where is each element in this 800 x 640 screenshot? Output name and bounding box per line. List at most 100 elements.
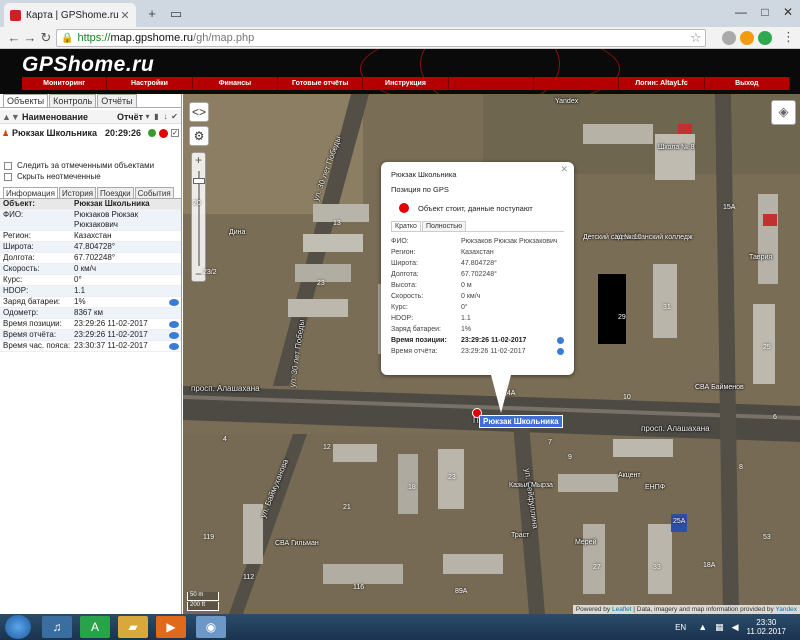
menu-spacer: [534, 77, 620, 90]
close-window-icon[interactable]: ✕: [777, 4, 799, 20]
map-settings-gear-icon[interactable]: ⚙: [189, 126, 209, 146]
menu-monitoring[interactable]: Мониторинг: [22, 77, 108, 90]
object-name[interactable]: Рюкзак Школьника: [12, 128, 105, 138]
popup-subtitle: Позиция по GPS: [391, 185, 449, 194]
tab-reports[interactable]: Отчёты: [97, 94, 137, 107]
tab-brief[interactable]: Кратко: [391, 221, 421, 231]
popup-status: Объект стоит, данные поступают: [391, 203, 564, 213]
info-value: 8367 км: [74, 308, 104, 317]
extension-icon[interactable]: [758, 31, 772, 45]
info-help-icon[interactable]: [169, 332, 179, 339]
menu-logout[interactable]: Выход: [705, 77, 790, 90]
yandex-link[interactable]: Yandex: [775, 606, 797, 613]
hide-option[interactable]: Скрыть неотмеченные: [0, 171, 181, 182]
tab-events[interactable]: События: [134, 187, 174, 198]
building-number: 18A: [703, 562, 716, 569]
extension-icon[interactable]: [722, 31, 736, 45]
menu-reports[interactable]: Готовые отчёты: [278, 77, 364, 90]
minimize-icon[interactable]: —: [730, 4, 752, 20]
tab-close-icon[interactable]: ✕: [120, 9, 130, 22]
menu-finance[interactable]: Финансы: [193, 77, 278, 90]
dropdown-icon[interactable]: ▾: [143, 112, 152, 121]
info-help-icon[interactable]: [169, 343, 179, 350]
building-number: 25: [763, 344, 771, 351]
building-number: 20: [193, 200, 201, 207]
start-button[interactable]: [5, 615, 31, 639]
bookmark-star-icon[interactable]: ☆: [690, 30, 702, 46]
building-number: 15A: [723, 204, 736, 211]
follow-checkbox[interactable]: [4, 161, 12, 170]
column-report[interactable]: Отчёт: [117, 112, 143, 122]
popup-row: Регион: Казахстан: [391, 249, 564, 258]
hide-checkbox[interactable]: [4, 172, 12, 181]
status-dot-icon: [399, 203, 409, 213]
info-row: Заряд батареи: 1%: [0, 297, 181, 308]
info-help-icon[interactable]: [169, 321, 179, 328]
browser-menu-icon[interactable]: ⋮: [782, 29, 795, 45]
zoom-track[interactable]: [198, 171, 200, 266]
info-row: Регион: Казахстан: [0, 231, 181, 242]
info-key: ФИО:: [3, 210, 24, 219]
popup-key: Скорость:: [391, 293, 424, 300]
app-music-icon[interactable]: ♫: [42, 616, 72, 638]
popup-help-icon[interactable]: [557, 348, 564, 355]
tab-overview-icon[interactable]: ▭: [168, 6, 184, 22]
menu-instructions[interactable]: Инструкция: [363, 77, 449, 90]
browser-tab[interactable]: Карта | GPShome.ru - Сервис о ✕: [4, 3, 136, 27]
zoom-in-icon[interactable]: +: [192, 153, 205, 167]
sort-arrows-icon[interactable]: ▲▼: [2, 112, 22, 122]
object-marker-label[interactable]: Рюкзак Школьника: [479, 415, 563, 428]
object-checkbox[interactable]: ✓: [171, 129, 179, 137]
popup-help-icon[interactable]: [557, 337, 564, 344]
status-dot-icon: [159, 128, 168, 138]
popup-close-icon[interactable]: ✕: [560, 164, 568, 175]
tab-control[interactable]: Контроль: [49, 94, 97, 107]
building-number: 23: [448, 474, 456, 481]
column-name[interactable]: Наименование: [22, 112, 117, 122]
tab-trips[interactable]: Поездки: [97, 187, 134, 198]
object-row[interactable]: ♟ Рюкзак Школьника 20:29:26 ✓: [0, 126, 181, 140]
popup-tabs: Кратко Полностью: [391, 221, 564, 232]
folder-icon[interactable]: ▰: [118, 616, 148, 638]
popup-value: Рюкзаков Рюкзак Рюкзакович: [461, 238, 558, 245]
tab-history[interactable]: История: [58, 187, 97, 198]
menu-settings[interactable]: Настройки: [107, 77, 193, 90]
tab-information[interactable]: Информация: [3, 187, 58, 198]
chrome-icon[interactable]: ◉: [196, 616, 226, 638]
forward-arrow-icon[interactable]: →: [22, 30, 38, 46]
back-arrow-icon[interactable]: ←: [6, 30, 22, 46]
popup-status-text: Объект стоит, данные поступают: [418, 203, 533, 213]
menu-login[interactable]: Логин: AltayLfc: [619, 77, 705, 90]
embed-code-icon[interactable]: <>: [189, 102, 209, 122]
network-icon[interactable]: ▦: [715, 622, 724, 633]
extension-icon[interactable]: [740, 31, 754, 45]
leaflet-link[interactable]: Leaflet: [612, 606, 632, 613]
place-label: Таврия: [749, 254, 773, 261]
language-indicator[interactable]: EN: [675, 623, 686, 632]
tab-full[interactable]: Полностью: [421, 221, 467, 231]
volume-icon[interactable]: ◀: [732, 622, 739, 633]
map-view[interactable]: <> ⚙ + − ◈ просп. Алашахана просп. Алаша…: [183, 94, 800, 614]
map-attribution: Powered by Leaflet | Data, imagery and m…: [572, 605, 800, 614]
layers-icon[interactable]: ◈: [771, 100, 796, 125]
zoom-control[interactable]: + −: [191, 152, 206, 282]
new-tab-icon[interactable]: +: [144, 6, 160, 22]
site-logo[interactable]: GPShome.ru: [22, 53, 154, 77]
popup-value: 47.804728°: [461, 260, 497, 267]
url-bar[interactable]: 🔒 https:// map.gpshome.ru /gh/map.php: [56, 29, 706, 47]
windows-taskbar: ♫ A ▰ ▶ ◉ EN ▲ ▦ ◀ 23:30 11.02.2017: [0, 614, 800, 640]
tab-objects[interactable]: Объекты: [3, 94, 49, 107]
reload-icon[interactable]: ↻: [38, 30, 54, 46]
app-a-icon[interactable]: A: [80, 616, 110, 638]
tray-arrow-icon[interactable]: ▲: [698, 622, 707, 632]
info-help-icon[interactable]: [169, 299, 179, 306]
popup-row: Время позиции: 23:29:26 11-02-2017: [391, 337, 564, 346]
follow-option[interactable]: Следить за отмеченными объектами: [0, 160, 181, 171]
maximize-icon[interactable]: □: [754, 4, 776, 20]
media-player-icon[interactable]: ▶: [156, 616, 186, 638]
place-label: Казыл Мырза: [509, 482, 553, 489]
info-key: Регион:: [3, 231, 31, 240]
clock[interactable]: 23:30 11.02.2017: [747, 618, 786, 636]
check-icon: ✔: [171, 112, 178, 121]
zoom-handle[interactable]: [193, 178, 205, 184]
